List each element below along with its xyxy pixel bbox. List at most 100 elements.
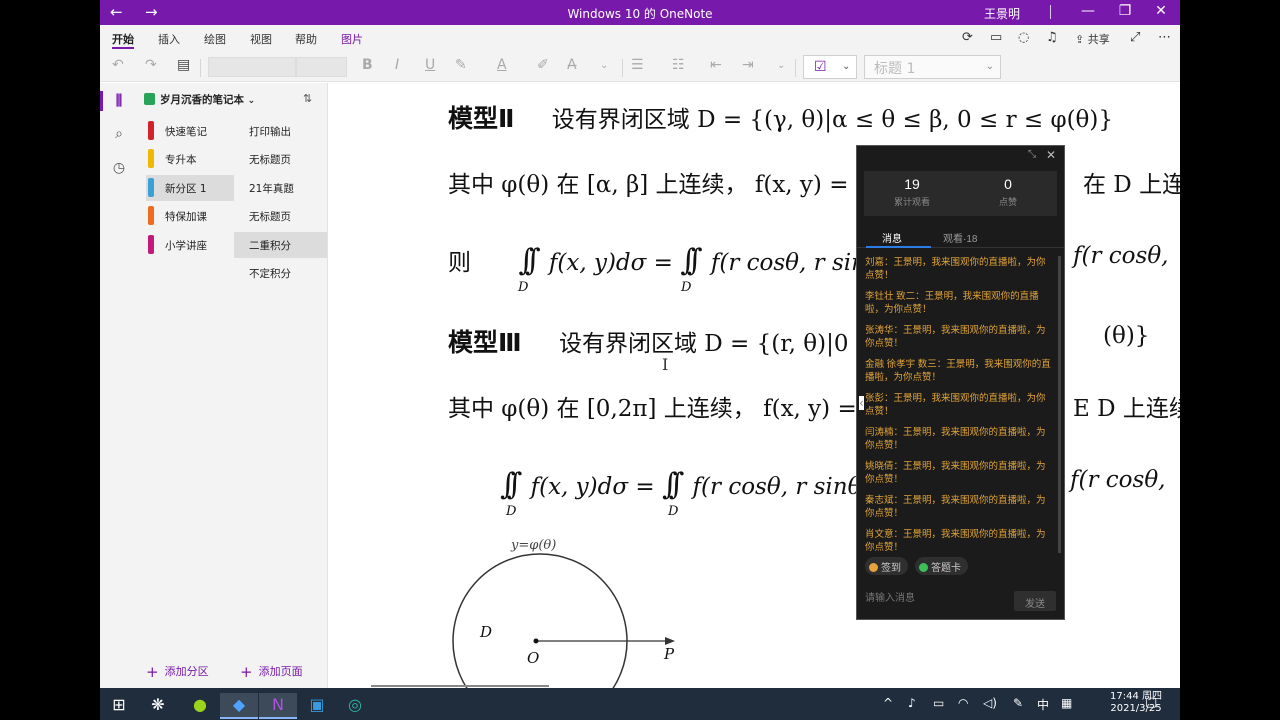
- page-item[interactable]: 二重积分: [234, 232, 327, 258]
- microphone-icon[interactable]: ♪: [908, 696, 916, 710]
- ime-mode-icon[interactable]: ▦: [1061, 696, 1072, 710]
- numbered-list-icon[interactable]: ☷: [672, 57, 685, 73]
- increase-indent-icon[interactable]: ⇥: [742, 57, 754, 73]
- sort-icon[interactable]: ⇅: [303, 92, 312, 105]
- more-icon[interactable]: ⋯: [1158, 30, 1171, 45]
- lightbulb-icon[interactable]: ◌: [1018, 30, 1029, 45]
- undo-icon[interactable]: ↶: [112, 57, 124, 73]
- answer-card-button[interactable]: 答题卡: [915, 557, 968, 575]
- add-section-button[interactable]: + 添加分区: [146, 663, 209, 681]
- section-item[interactable]: 特保加课: [146, 203, 234, 229]
- page-item[interactable]: 不定积分: [234, 260, 327, 286]
- page-item[interactable]: 打印输出: [234, 118, 327, 144]
- tab-view[interactable]: 视图: [250, 31, 272, 47]
- tab-home[interactable]: 开始: [112, 31, 134, 49]
- font-color-icon[interactable]: A: [497, 57, 507, 73]
- chevron-down-icon: ⌄: [247, 96, 256, 106]
- page-item[interactable]: 21年真题: [234, 175, 327, 201]
- continuity-tail-2: E D 上连续: [1073, 396, 1180, 422]
- add-page-label: 添加页面: [258, 665, 303, 678]
- chevron-down-icon[interactable]: ⌄: [777, 60, 785, 71]
- section-item[interactable]: 快速笔记: [146, 118, 234, 144]
- close-button[interactable]: ✕: [1151, 3, 1171, 19]
- start-icon[interactable]: ⊞: [100, 693, 138, 719]
- bullet-list-icon[interactable]: ☰: [631, 57, 644, 73]
- page-item[interactable]: 无标题页: [234, 203, 327, 229]
- todo-tag-button[interactable]: ☑ ⌄: [803, 55, 857, 79]
- fullscreen-icon[interactable]: ⤢: [1130, 30, 1140, 45]
- underline-icon[interactable]: U: [425, 57, 435, 73]
- heading-style-select[interactable]: 标题 1 ⌄: [864, 55, 1001, 79]
- section-label: 小学讲座: [165, 240, 207, 252]
- section-item[interactable]: 小学讲座: [146, 232, 234, 258]
- heading-style-value: 标题 1: [874, 61, 916, 77]
- chevron-down-icon[interactable]: ⌄: [600, 60, 608, 71]
- message-scrollbar[interactable]: [1058, 256, 1061, 553]
- tab-viewers[interactable]: 观看·18: [943, 230, 977, 245]
- region-subscript: D: [518, 280, 529, 295]
- page-item[interactable]: 无标题页: [234, 146, 327, 172]
- tab-picture[interactable]: 图片: [341, 31, 363, 47]
- italic-icon[interactable]: I: [395, 57, 399, 73]
- page-view-icon[interactable]: ▭: [990, 30, 1002, 45]
- notebooks-icon[interactable]: ⫼: [100, 91, 138, 111]
- app-icon[interactable]: ❋: [139, 693, 177, 719]
- bell-icon[interactable]: ♫: [1046, 30, 1058, 45]
- restore-button[interactable]: ❐: [1115, 3, 1135, 19]
- list-item: 金融 徐孝宇 数三：王景明，我来围观你的直播啦，为你点赞！: [865, 359, 1051, 383]
- integral-line-2: ∫∫ f(x, y)dσ = ∫∫ f(r cosθ, r sinθ f(r c…: [500, 467, 1165, 502]
- continuity-text: 其中 φ(θ) 在 [α, β] 上连续， f(x, y) =: [448, 172, 849, 198]
- minimize-button[interactable]: —: [1078, 3, 1098, 19]
- speaker-icon[interactable]: ◁): [983, 696, 997, 710]
- wifi-icon[interactable]: ◠: [958, 696, 968, 710]
- search-icon[interactable]: ⌕: [100, 126, 138, 142]
- live-tabs: 消息 观看·18: [857, 226, 1064, 248]
- horizontal-scrollbar[interactable]: [371, 685, 549, 687]
- decrease-indent-icon[interactable]: ⇤: [710, 57, 722, 73]
- tab-help[interactable]: 帮助: [295, 31, 317, 47]
- format-painter-icon[interactable]: ✐: [537, 57, 549, 73]
- close-icon[interactable]: ✕: [1046, 148, 1056, 162]
- clipboard-icon[interactable]: ▤: [177, 57, 190, 73]
- font-size-select[interactable]: [296, 57, 347, 77]
- tab-insert[interactable]: 插入: [158, 31, 180, 47]
- signin-button[interactable]: 签到: [865, 557, 908, 575]
- list-item: 秦志斌：王景明，我来围观你的直播啦，为你点赞！: [865, 495, 1046, 519]
- ime-indicator[interactable]: 中: [1037, 696, 1049, 713]
- viewers-stat: 19 累计观看: [864, 176, 960, 208]
- tab-draw[interactable]: 绘图: [204, 31, 226, 47]
- section-color-tab: [148, 121, 154, 140]
- edge-icon[interactable]: ◎: [336, 693, 374, 719]
- integral-line: 则 ∫∫ f(x, y)dσ = ∫∫ f(r cosθ, r sin f(r …: [448, 243, 1168, 278]
- pen-icon[interactable]: ✎: [1013, 696, 1023, 710]
- app-icon[interactable]: ◆: [220, 693, 258, 719]
- redo-icon[interactable]: ↷: [145, 57, 157, 73]
- region-subscript: D: [681, 280, 692, 295]
- font-family-select[interactable]: [208, 57, 296, 77]
- share-button[interactable]: ⇪ 共享: [1075, 31, 1110, 47]
- chevron-left-icon[interactable]: ‹: [859, 396, 864, 410]
- collapse-icon[interactable]: ⤡: [1028, 149, 1036, 160]
- section-item[interactable]: 新分区 1: [146, 175, 234, 201]
- battery-icon[interactable]: ▭: [933, 696, 944, 710]
- section-label: 专升本: [165, 154, 197, 166]
- onenote-icon[interactable]: N: [259, 693, 297, 719]
- tab-messages[interactable]: 消息: [866, 230, 931, 248]
- notebook-selector[interactable]: 岁月沉香的笔记本 ⌄: [144, 92, 255, 107]
- likes-stat: 0 点赞: [960, 176, 1056, 208]
- model2-title: 模型Ⅱ: [448, 104, 515, 133]
- chevron-up-icon[interactable]: ^: [883, 696, 893, 710]
- send-button[interactable]: 发送: [1014, 591, 1056, 611]
- sync-icon[interactable]: ⟳: [962, 30, 973, 45]
- plus-icon: +: [146, 663, 159, 681]
- recent-clock-icon[interactable]: ◷: [100, 160, 138, 176]
- app-icon[interactable]: ●: [181, 693, 219, 719]
- user-name[interactable]: 王景明: [984, 5, 1020, 22]
- bold-icon[interactable]: B: [362, 57, 373, 73]
- app-icon[interactable]: ▣: [298, 693, 336, 719]
- action-center-icon[interactable]: ▢: [1145, 695, 1157, 710]
- highlight-icon[interactable]: ✎: [455, 57, 467, 73]
- clear-format-icon[interactable]: A̶: [567, 57, 577, 73]
- add-page-button[interactable]: + 添加页面: [240, 663, 303, 681]
- section-item[interactable]: 专升本: [146, 146, 234, 172]
